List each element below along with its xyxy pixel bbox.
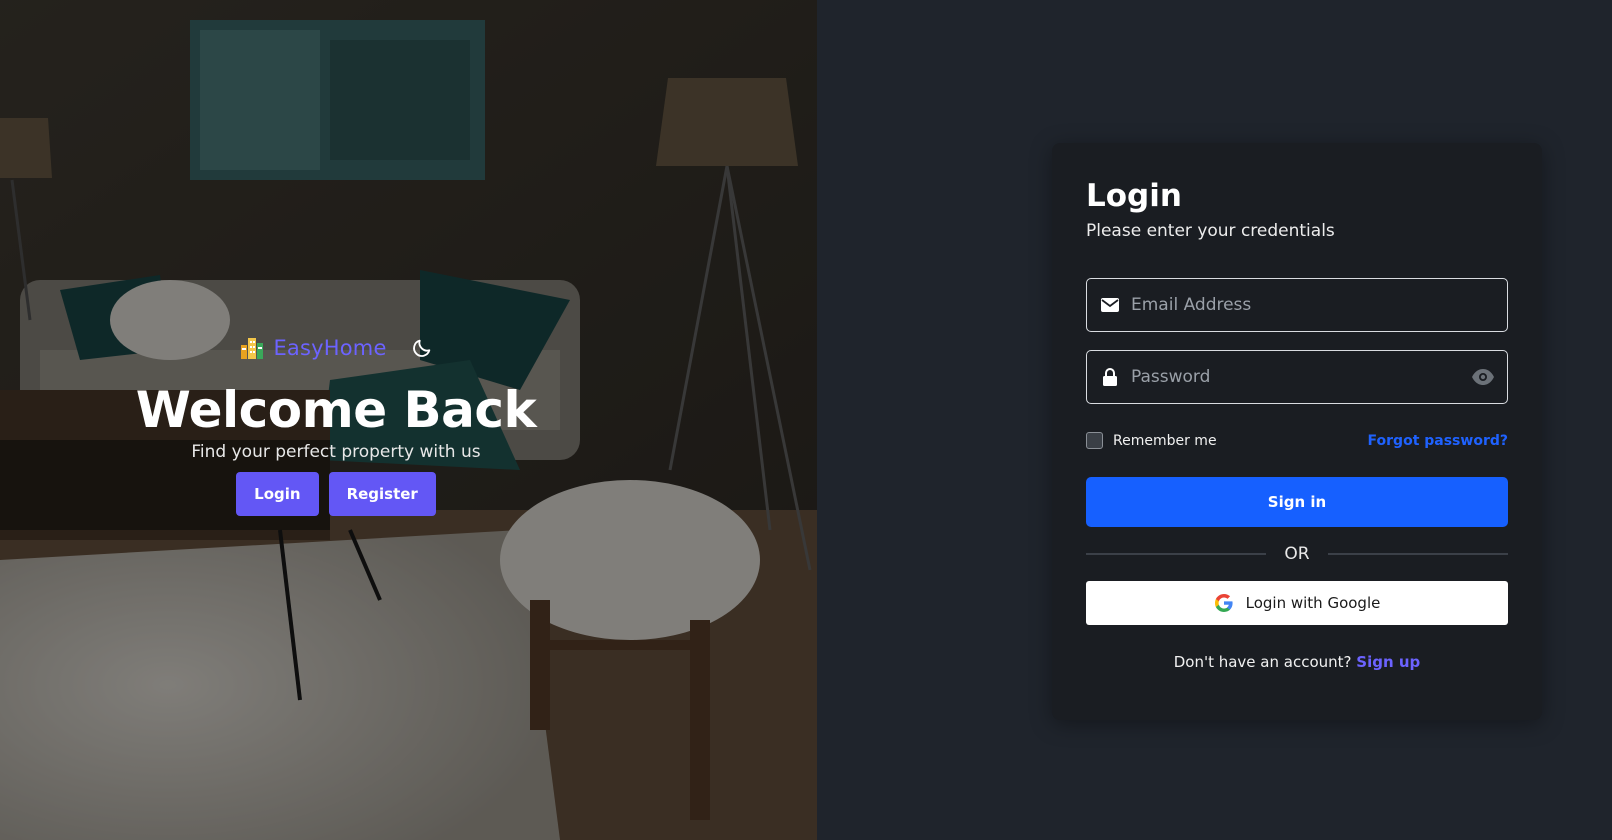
google-login-label: Login with Google bbox=[1245, 594, 1381, 612]
divider-line-right bbox=[1327, 553, 1509, 555]
brand-name[interactable]: EasyHome bbox=[273, 336, 386, 360]
hero-title: Welcome Back bbox=[135, 381, 537, 439]
google-icon bbox=[1214, 594, 1233, 612]
login-options-row: Remember me Forgot password? bbox=[1086, 432, 1508, 449]
login-subtitle: Please enter your credentials bbox=[1086, 221, 1335, 241]
or-divider: OR bbox=[1086, 541, 1509, 567]
email-field[interactable] bbox=[1086, 278, 1508, 332]
hero-section: EasyHome Welcome Back Find your perfect … bbox=[0, 0, 817, 840]
remember-me-checkbox[interactable] bbox=[1086, 432, 1103, 449]
password-field[interactable] bbox=[1086, 350, 1508, 404]
envelope-icon bbox=[1101, 298, 1119, 312]
forgot-password-link[interactable]: Forgot password? bbox=[1368, 433, 1508, 449]
signup-link[interactable]: Sign up bbox=[1356, 653, 1420, 671]
login-card: Login Please enter your credentials Reme… bbox=[1052, 143, 1542, 720]
hero-buttons: Login Register bbox=[236, 472, 436, 516]
hero-content: EasyHome Welcome Back Find your perfect … bbox=[0, 330, 672, 516]
hero-login-button[interactable]: Login bbox=[236, 472, 319, 516]
sign-in-button[interactable]: Sign in bbox=[1086, 477, 1508, 527]
divider-line-left bbox=[1086, 553, 1267, 555]
eye-icon[interactable] bbox=[1471, 365, 1495, 389]
hero-register-button[interactable]: Register bbox=[328, 472, 436, 516]
google-login-button[interactable]: Login with Google bbox=[1086, 581, 1508, 625]
login-title: Login bbox=[1086, 178, 1182, 214]
remember-me[interactable]: Remember me bbox=[1086, 432, 1217, 449]
brand-row: EasyHome bbox=[239, 330, 432, 366]
email-input[interactable] bbox=[1120, 279, 1507, 331]
hero-subtitle: Find your perfect property with us bbox=[191, 442, 481, 462]
building-logo-icon bbox=[241, 338, 264, 359]
signup-prompt: Don't have an account? bbox=[1173, 653, 1352, 671]
or-label: OR bbox=[1284, 544, 1310, 564]
remember-me-label: Remember me bbox=[1113, 432, 1217, 449]
signup-row: Don't have an account? Sign up bbox=[1086, 653, 1508, 671]
lock-icon bbox=[1103, 368, 1117, 386]
password-input[interactable] bbox=[1120, 351, 1471, 403]
moon-icon[interactable] bbox=[411, 337, 433, 359]
